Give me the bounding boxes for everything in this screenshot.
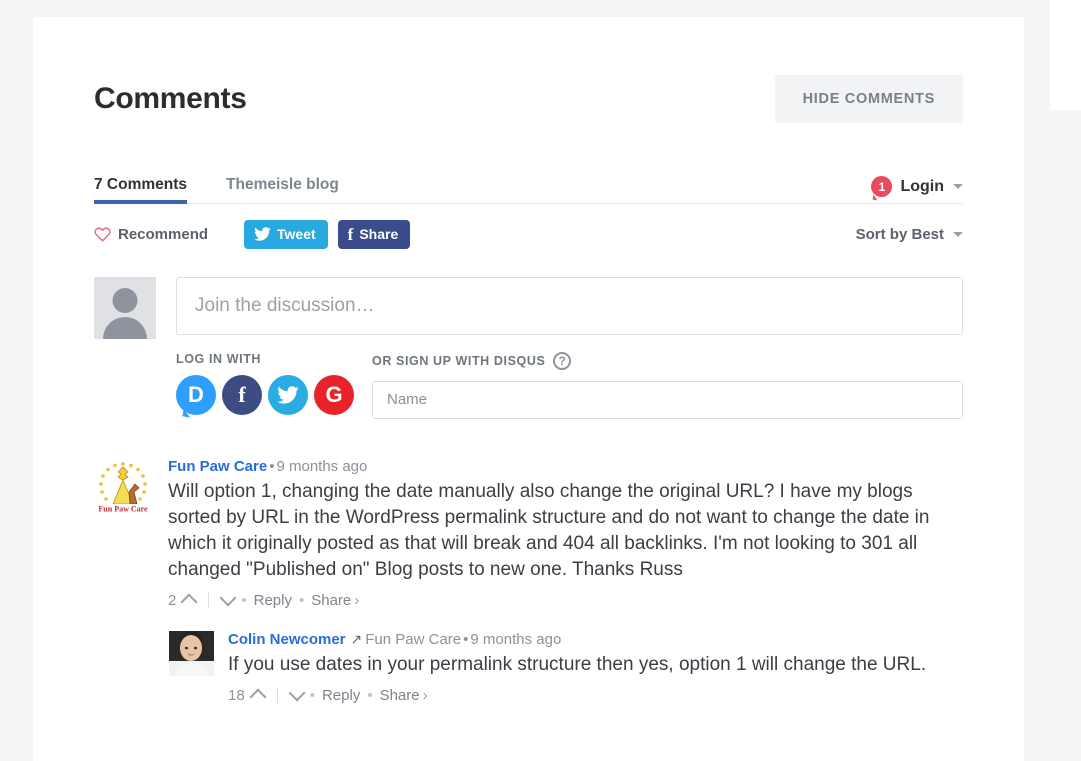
- share-button[interactable]: Share: [380, 687, 420, 704]
- action-separator: •: [310, 687, 315, 704]
- share-label: Share: [359, 225, 398, 244]
- auth-row: LOG IN WITH D f: [176, 352, 963, 419]
- page-title: Comments: [94, 84, 247, 114]
- downvote-icon[interactable]: [220, 590, 237, 607]
- disqus-toolbar: Recommend Tweet f Share: [94, 220, 963, 249]
- tweet-label: Tweet: [277, 225, 316, 244]
- disqus-letter: D: [188, 384, 204, 406]
- tab-list: 7 Comments Themeisle blog: [94, 169, 378, 203]
- vote-group: 2: [168, 592, 195, 609]
- avatar-head: [113, 288, 138, 313]
- avatar[interactable]: [169, 631, 214, 676]
- reply-button[interactable]: Reply: [322, 687, 360, 704]
- composer-fields: LOG IN WITH D f: [176, 277, 963, 419]
- action-separator: •: [367, 687, 372, 704]
- meta-separator: •: [269, 458, 274, 475]
- vote-group: 18: [228, 687, 264, 704]
- recommend-label: Recommend: [118, 226, 208, 243]
- sort-label: Sort by Best: [856, 226, 944, 243]
- disqus-embed: 7 Comments Themeisle blog 1 Login: [94, 169, 963, 704]
- chevron-down-icon: [953, 184, 963, 189]
- login-label: Login: [900, 178, 944, 196]
- reply-arrow-icon: ↗: [351, 631, 363, 647]
- comment-actions: 18 • Reply • Share ›: [228, 687, 963, 704]
- comments-header: Comments HIDE COMMENTS: [94, 17, 963, 123]
- facebook-share-button[interactable]: f Share: [338, 220, 411, 249]
- comment-parent-author: Fun Paw Care: [365, 631, 461, 648]
- google-login-icon[interactable]: G: [314, 375, 354, 415]
- twitter-login-icon[interactable]: [268, 375, 308, 415]
- avatar[interactable]: Fun Paw Care: [94, 458, 152, 516]
- login-with-group: LOG IN WITH D f: [176, 352, 372, 419]
- twitter-icon: [254, 227, 271, 241]
- reply-button[interactable]: Reply: [254, 592, 292, 609]
- divider: [208, 592, 209, 608]
- comment-body: Fun Paw Care•9 months ago Will option 1,…: [168, 458, 963, 609]
- login-notification-badge: 1: [871, 176, 892, 197]
- hide-comments-button[interactable]: HIDE COMMENTS: [775, 75, 963, 123]
- comment-composer: LOG IN WITH D f: [94, 277, 963, 419]
- comment-author[interactable]: Fun Paw Care: [168, 458, 267, 475]
- signup-caption: OR SIGN UP WITH DISQUS: [372, 354, 545, 368]
- meta-separator: •: [463, 631, 468, 648]
- facebook-letter: f: [238, 384, 245, 406]
- facebook-icon: f: [348, 226, 354, 243]
- signup-group: OR SIGN UP WITH DISQUS ?: [372, 352, 963, 419]
- help-icon[interactable]: ?: [553, 352, 571, 370]
- comment-item-reply: Colin Newcomer↗Fun Paw Care•9 months ago…: [169, 631, 963, 704]
- facebook-login-icon[interactable]: f: [222, 375, 262, 415]
- chevron-down-icon: [953, 232, 963, 237]
- action-separator: •: [241, 592, 246, 609]
- comment-input[interactable]: [176, 277, 963, 335]
- sort-dropdown[interactable]: Sort by Best: [856, 226, 963, 243]
- tweet-button[interactable]: Tweet: [244, 220, 328, 249]
- upvote-icon[interactable]: [181, 593, 198, 610]
- chevron-right-icon: ›: [354, 592, 359, 609]
- heart-icon: [94, 226, 111, 242]
- comment-author[interactable]: Colin Newcomer: [228, 631, 346, 648]
- login-with-caption: LOG IN WITH: [176, 352, 372, 366]
- comment-body: Colin Newcomer↗Fun Paw Care•9 months ago…: [228, 631, 963, 704]
- upvote-icon[interactable]: [249, 688, 266, 705]
- svg-text:Fun Paw Care: Fun Paw Care: [98, 504, 148, 513]
- google-letter: G: [325, 384, 342, 406]
- recommend-button[interactable]: Recommend: [94, 226, 208, 243]
- tab-comments[interactable]: 7 Comments: [94, 176, 187, 203]
- comment-item: Fun Paw Care Fun Paw Care•9 months ago W…: [94, 458, 963, 609]
- vote-count: 2: [168, 592, 176, 609]
- comment-text: If you use dates in your permalink struc…: [228, 652, 963, 678]
- comment-timestamp[interactable]: 9 months ago: [470, 631, 561, 648]
- toolbar-left-group: Recommend Tweet f Share: [94, 220, 420, 249]
- share-button[interactable]: Share: [311, 592, 351, 609]
- signup-caption-row: OR SIGN UP WITH DISQUS ?: [372, 352, 963, 370]
- page-root: Comments HIDE COMMENTS 7 Comments Themei…: [0, 0, 1081, 761]
- comment-actions: 2 • Reply • Share ›: [168, 592, 963, 609]
- name-input[interactable]: [372, 381, 963, 419]
- comment-meta: Fun Paw Care•9 months ago: [168, 458, 963, 476]
- downvote-icon[interactable]: [288, 685, 305, 702]
- content-card: Comments HIDE COMMENTS 7 Comments Themei…: [33, 17, 1024, 761]
- vote-count: 18: [228, 687, 245, 704]
- tab-themeisle-blog[interactable]: Themeisle blog: [226, 176, 339, 203]
- disqus-tabbar: 7 Comments Themeisle blog 1 Login: [94, 169, 963, 204]
- divider: [277, 687, 278, 703]
- social-login-buttons: D f: [176, 375, 372, 415]
- comment-text: Will option 1, changing the date manuall…: [168, 479, 963, 583]
- avatar-body: [103, 317, 147, 339]
- action-separator: •: [299, 592, 304, 609]
- right-white-strip: [1050, 0, 1081, 110]
- comment-list: Fun Paw Care Fun Paw Care•9 months ago W…: [94, 458, 963, 704]
- comment-timestamp[interactable]: 9 months ago: [276, 458, 367, 475]
- avatar: [94, 277, 156, 339]
- comment-meta: Colin Newcomer ↗Fun Paw Care•9 months ago: [228, 631, 963, 649]
- login-control[interactable]: 1 Login: [871, 176, 963, 203]
- disqus-login-icon[interactable]: D: [176, 375, 216, 415]
- chevron-right-icon: ›: [423, 687, 428, 704]
